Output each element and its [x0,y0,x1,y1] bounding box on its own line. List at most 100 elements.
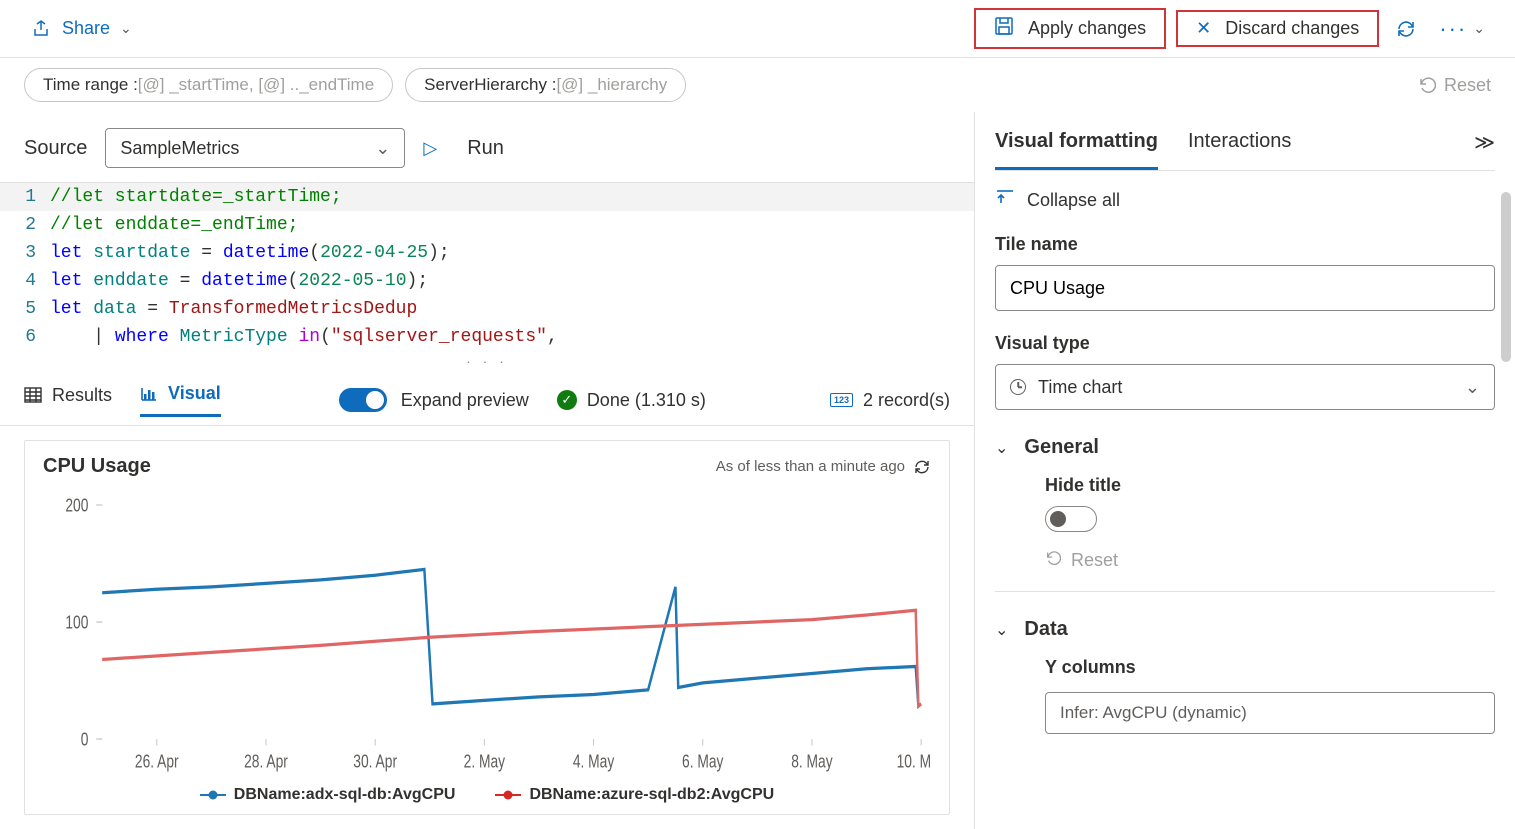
run-button[interactable]: ▷ Run [423,137,504,160]
more-menu-button[interactable]: ··· ⌄ [1433,10,1491,48]
hierarchy-prefix: ServerHierarchy : [424,75,556,95]
data-label: Data [1024,618,1067,641]
general-label: General [1024,436,1098,459]
source-selected-value: SampleMetrics [120,138,239,159]
tile-name-input[interactable] [995,265,1495,311]
record-count: 123 2 record(s) [830,390,950,411]
expand-preview-label: Expand preview [401,390,529,411]
svg-text:0: 0 [81,730,89,750]
legend-item-a[interactable]: DBName:adx-sql-db:AvgCPU [200,786,456,804]
tile-name-label: Tile name [995,234,1495,255]
collapse-all-icon [995,189,1015,212]
chevron-down-icon: ⌄ [1473,20,1485,37]
time-range-pill[interactable]: Time range : [@] _startTime, [@] .._endT… [24,68,393,102]
play-icon: ▷ [423,138,437,159]
chevron-down-icon: ⌄ [120,20,132,37]
visual-type-select[interactable]: Time chart ⌄ [995,364,1495,410]
refresh-button[interactable] [1389,12,1423,46]
svg-text:200: 200 [65,496,88,516]
code-editor[interactable]: 1//let startdate=_startTime;2//let endda… [0,182,974,351]
apply-changes-label: Apply changes [1028,18,1146,39]
main-area: Source SampleMetrics ⌄ ▷ Run 1//let star… [0,112,1515,829]
apply-changes-button[interactable]: Apply changes [974,8,1166,49]
legend-item-b[interactable]: DBName:azure-sql-db2:AvgCPU [495,786,774,804]
run-label: Run [467,137,504,160]
legend-swatch-red [495,794,521,797]
chart-card: CPU Usage As of less than a minute ago 0… [24,440,950,815]
reset-icon [1045,550,1061,566]
expand-panel-button[interactable]: ≫ [1474,130,1495,170]
result-tabs: Results Visual Expand preview ✓ Done (1.… [0,371,974,426]
top-toolbar: Share ⌄ Apply changes ✕ Discard changes … [0,0,1515,58]
reset-general-button[interactable]: Reset [1045,550,1495,571]
chart-icon [140,386,158,402]
data-section-header[interactable]: ⌄ Data [995,618,1495,641]
filter-row: Time range : [@] _startTime, [@] .._endT… [0,58,1515,112]
chart-asof: As of less than a minute ago [716,458,931,476]
left-column: Source SampleMetrics ⌄ ▷ Run 1//let star… [0,112,975,829]
source-row: Source SampleMetrics ⌄ ▷ Run [0,120,974,182]
visual-formatting-tab[interactable]: Visual formatting [995,130,1158,170]
collapse-all-label: Collapse all [1027,190,1120,211]
hierarchy-value: [@] _hierarchy [556,75,667,95]
server-hierarchy-pill[interactable]: ServerHierarchy : [@] _hierarchy [405,68,686,102]
discard-changes-label: Discard changes [1225,18,1359,39]
close-icon: ✕ [1196,18,1211,39]
legend-label-a: DBName:adx-sql-db:AvgCPU [234,786,456,804]
save-icon [994,16,1014,41]
y-columns-select[interactable]: Infer: AvgCPU (dynamic) [1045,692,1495,734]
visual-type-label: Visual type [995,333,1495,354]
svg-text:6. May: 6. May [682,752,724,772]
resize-handle[interactable]: · · · [0,351,974,371]
hide-title-toggle[interactable] [1045,506,1097,532]
svg-text:28. Apr: 28. Apr [244,752,288,772]
chevron-down-icon: ⌄ [995,438,1008,458]
status-text: Done (1.310 s) [587,390,706,411]
chevron-down-icon: ⌄ [995,620,1008,640]
clock-icon [1010,379,1026,395]
visual-type-value: Time chart [1038,377,1122,398]
source-label: Source [24,137,87,160]
general-section-header[interactable]: ⌄ General [995,436,1495,459]
refresh-icon[interactable] [913,458,931,476]
interactions-tab[interactable]: Interactions [1188,130,1291,170]
table-icon [24,387,42,403]
chevron-down-icon: ⌄ [375,138,390,159]
svg-text:10. May: 10. May [897,752,931,772]
chevron-down-icon: ⌄ [1465,377,1480,398]
chart-title: CPU Usage [43,455,151,478]
scrollbar-thumb[interactable] [1501,192,1511,362]
collapse-all-button[interactable]: Collapse all [995,189,1495,212]
query-status: ✓ Done (1.310 s) [557,390,706,411]
legend-swatch-blue [200,794,226,797]
refresh-icon [1395,18,1417,40]
source-select[interactable]: SampleMetrics ⌄ [105,128,405,168]
legend-label-b: DBName:azure-sql-db2:AvgCPU [529,786,774,804]
expand-preview-toggle-wrap: Expand preview [339,388,529,412]
visual-tab-label: Visual [168,383,221,404]
results-tab-label: Results [52,385,112,406]
chart-asof-text: As of less than a minute ago [716,458,905,475]
ellipsis-icon: ··· [1439,16,1467,42]
reset-general-label: Reset [1071,550,1118,571]
chart-legend: DBName:adx-sql-db:AvgCPU DBName:azure-sq… [43,778,931,804]
right-panel: Visual formatting Interactions ≫ Collaps… [975,112,1515,829]
discard-changes-button[interactable]: ✕ Discard changes [1176,10,1379,47]
share-button[interactable]: Share ⌄ [24,12,140,45]
expand-preview-toggle[interactable] [339,388,387,412]
share-label: Share [62,18,110,39]
reset-icon [1418,76,1436,94]
time-range-value: [@] _startTime, [@] .._endTime [138,75,374,95]
share-icon [32,19,52,39]
hide-title-label: Hide title [1045,475,1495,496]
visual-tab[interactable]: Visual [140,383,221,417]
chart-plot-area[interactable]: 010020026. Apr28. Apr30. Apr2. May4. May… [43,492,931,778]
svg-text:4. May: 4. May [573,752,615,772]
results-tab[interactable]: Results [24,385,112,416]
reset-label: Reset [1444,75,1491,96]
record-text: 2 record(s) [863,390,950,411]
svg-text:26. Apr: 26. Apr [135,752,179,772]
time-range-prefix: Time range : [43,75,138,95]
reset-filters-button[interactable]: Reset [1418,75,1491,96]
svg-text:100: 100 [65,613,88,633]
